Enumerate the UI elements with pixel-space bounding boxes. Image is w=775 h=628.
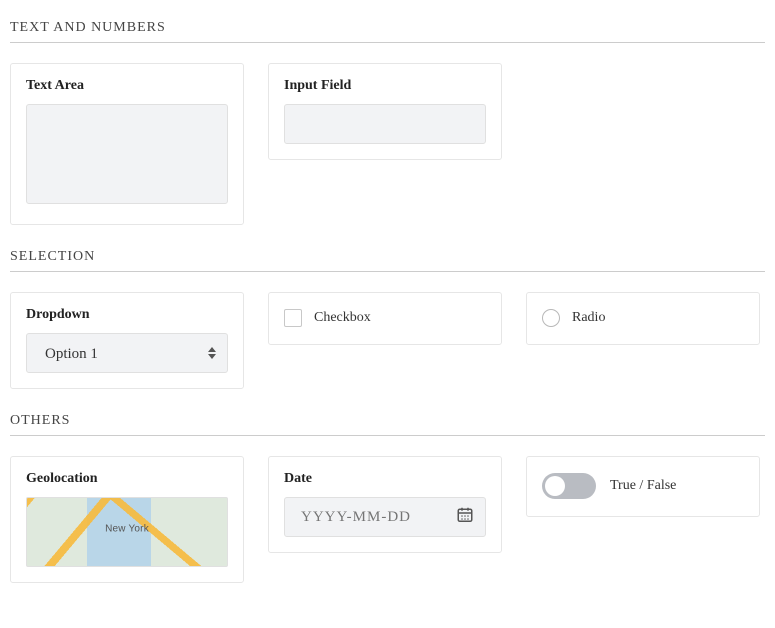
toggle-knob — [545, 476, 565, 496]
dropdown-label: Dropdown — [26, 307, 228, 323]
text-area-label: Text Area — [26, 78, 228, 94]
section-text-and-numbers: TEXT AND NUMBERS — [10, 20, 765, 43]
checkbox-label: Checkbox — [314, 311, 371, 325]
toggle-card: True / False — [526, 456, 760, 517]
toggle-switch[interactable] — [542, 473, 596, 499]
date-card: Date — [268, 456, 502, 553]
text-area-card: Text Area — [10, 63, 244, 225]
text-area-input[interactable] — [26, 104, 228, 204]
radio-label: Radio — [572, 311, 605, 325]
dropdown-card: Dropdown Option 1 — [10, 292, 244, 389]
checkbox-card: Checkbox — [268, 292, 502, 345]
radio-input[interactable] — [542, 309, 560, 327]
checkbox-input[interactable] — [284, 309, 302, 327]
input-field-input[interactable] — [284, 104, 486, 144]
geolocation-label: Geolocation — [26, 471, 228, 487]
calendar-icon[interactable] — [456, 506, 474, 529]
input-field-label: Input Field — [284, 78, 486, 94]
geolocation-card: Geolocation — [10, 456, 244, 583]
input-field-card: Input Field — [268, 63, 502, 160]
section-selection: SELECTION — [10, 249, 765, 272]
toggle-label: True / False — [610, 479, 676, 493]
radio-card: Radio — [526, 292, 760, 345]
dropdown-select[interactable]: Option 1 — [26, 333, 228, 373]
section-others: OTHERS — [10, 413, 765, 436]
date-label: Date — [284, 471, 486, 487]
geolocation-map[interactable] — [26, 497, 228, 567]
